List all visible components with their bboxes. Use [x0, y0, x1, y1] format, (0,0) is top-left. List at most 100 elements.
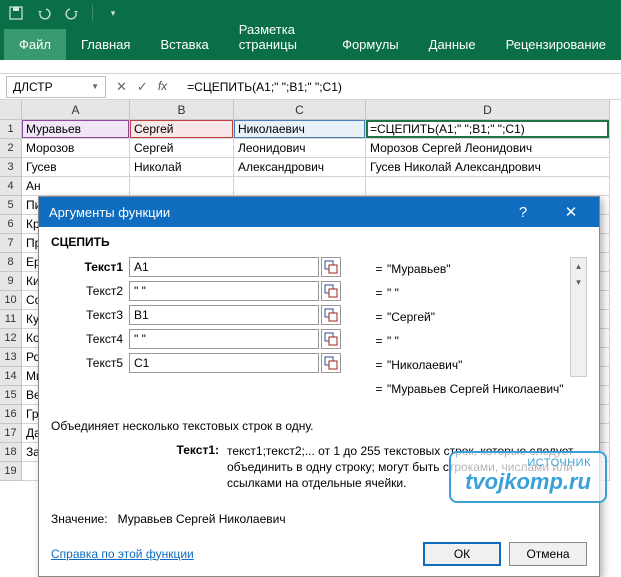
row-header[interactable]: 2	[0, 139, 22, 158]
save-icon[interactable]	[8, 5, 24, 21]
formula-bar: ДЛСТР ▼ ✕ ✓ fx	[0, 74, 621, 100]
separator	[92, 5, 93, 21]
row-header[interactable]: 8	[0, 253, 22, 272]
select-all-corner[interactable]	[0, 100, 22, 120]
arg-input[interactable]	[129, 257, 319, 277]
cell[interactable]: Морозов Сергей Леонидович	[366, 139, 610, 158]
cell[interactable]: Муравьев	[22, 120, 130, 139]
ok-button[interactable]: ОК	[423, 542, 501, 566]
col-header-A[interactable]: A	[22, 100, 130, 120]
row-header[interactable]: 3	[0, 158, 22, 177]
cancel-formula-icon[interactable]: ✕	[116, 79, 127, 95]
range-selector-icon[interactable]	[321, 281, 341, 301]
formula-input[interactable]	[183, 78, 621, 96]
watermark-label: ИСТОЧНИК	[465, 457, 591, 469]
ribbon-tabs: Файл Главная Вставка Разметка страницы Ф…	[0, 26, 621, 60]
arg-input[interactable]	[129, 281, 319, 301]
tab-insert[interactable]: Вставка	[145, 29, 223, 60]
range-selector-icon[interactable]	[321, 329, 341, 349]
watermark-url: tvojkomp.ru	[465, 469, 591, 495]
chevron-down-icon[interactable]: ▼	[91, 82, 99, 91]
arg-label: Текст1	[51, 260, 129, 274]
cell[interactable]: Леонидович	[234, 139, 366, 158]
tab-data[interactable]: Данные	[414, 29, 491, 60]
row-header[interactable]: 19	[0, 462, 22, 481]
arg-input[interactable]	[129, 329, 319, 349]
row-header[interactable]: 11	[0, 310, 22, 329]
cell[interactable]: Николай	[130, 158, 234, 177]
arg-desc-label: Текст1:	[51, 443, 227, 492]
col-header-D[interactable]: D	[366, 100, 610, 120]
row-header[interactable]: 17	[0, 424, 22, 443]
tab-home[interactable]: Главная	[66, 29, 145, 60]
row-header[interactable]: 10	[0, 291, 22, 310]
row-header[interactable]: 1	[0, 120, 22, 139]
help-link[interactable]: Справка по этой функции	[51, 547, 194, 561]
overall-result: "Муравьев Сергей Николаевич"	[387, 382, 564, 396]
cell[interactable]: Николаевич	[234, 120, 366, 139]
arg-result: "Николаевич"	[387, 358, 462, 372]
undo-icon[interactable]	[36, 5, 52, 21]
row-header[interactable]: 9	[0, 272, 22, 291]
row-header[interactable]: 16	[0, 405, 22, 424]
row-header[interactable]: 14	[0, 367, 22, 386]
cell[interactable]: Сергей	[130, 139, 234, 158]
arg-input[interactable]	[129, 353, 319, 373]
col-header-C[interactable]: C	[234, 100, 366, 120]
redo-icon[interactable]	[64, 5, 80, 21]
close-icon[interactable]: ✕	[551, 199, 591, 225]
cell[interactable]	[130, 177, 234, 196]
arg-result: "Муравьев"	[387, 262, 451, 276]
cell[interactable]: Александрович	[234, 158, 366, 177]
dialog-titlebar[interactable]: Аргументы функции ? ✕	[39, 197, 599, 227]
row-header[interactable]: 15	[0, 386, 22, 405]
function-arguments-dialog: Аргументы функции ? ✕ СЦЕПИТЬ Текст1 Тек…	[38, 196, 600, 577]
arg-label: Текст2	[51, 284, 129, 298]
arg-result: " "	[387, 286, 399, 300]
tab-review[interactable]: Рецензирование	[491, 29, 621, 60]
fx-icon[interactable]: fx	[158, 79, 173, 95]
cell[interactable]	[366, 177, 610, 196]
cell[interactable]: =СЦЕПИТЬ(A1;" ";B1;" ";C1)	[366, 120, 610, 139]
name-box-value: ДЛСТР	[13, 80, 53, 94]
row-header[interactable]: 5	[0, 196, 22, 215]
col-header-B[interactable]: B	[130, 100, 234, 120]
args-scrollbar[interactable]: ▴ ▾	[570, 257, 587, 377]
arg-input[interactable]	[129, 305, 319, 325]
row-header[interactable]: 6	[0, 215, 22, 234]
customize-qat-icon[interactable]: ▾	[105, 5, 121, 21]
tab-page-layout[interactable]: Разметка страницы	[224, 14, 327, 60]
scroll-down-icon[interactable]: ▾	[571, 274, 586, 290]
arg-result: " "	[387, 334, 399, 348]
dialog-title: Аргументы функции	[49, 205, 170, 220]
function-name: СЦЕПИТЬ	[51, 235, 587, 249]
cell[interactable]: Гусев Николай Александрович	[366, 158, 610, 177]
range-selector-icon[interactable]	[321, 353, 341, 373]
cell[interactable]: Морозов	[22, 139, 130, 158]
cell[interactable]	[234, 177, 366, 196]
arg-result: "Сергей"	[387, 310, 435, 324]
value-label: Значение:	[51, 512, 108, 526]
range-selector-icon[interactable]	[321, 305, 341, 325]
name-box[interactable]: ДЛСТР ▼	[6, 76, 106, 98]
tab-file[interactable]: Файл	[4, 29, 66, 60]
arg-label: Текст3	[51, 308, 129, 322]
row-header[interactable]: 7	[0, 234, 22, 253]
watermark: ИСТОЧНИК tvojkomp.ru	[449, 451, 607, 503]
cancel-button[interactable]: Отмена	[509, 542, 587, 566]
range-selector-icon[interactable]	[321, 257, 341, 277]
cell[interactable]: Сергей	[130, 120, 234, 139]
scroll-up-icon[interactable]: ▴	[571, 258, 586, 274]
function-description: Объединяет несколько текстовых строк в о…	[51, 419, 587, 433]
row-header[interactable]: 12	[0, 329, 22, 348]
row-header[interactable]: 18	[0, 443, 22, 462]
cell[interactable]: Гусев	[22, 158, 130, 177]
cell[interactable]: Ан	[22, 177, 130, 196]
confirm-formula-icon[interactable]: ✓	[137, 79, 148, 95]
row-header[interactable]: 4	[0, 177, 22, 196]
row-header[interactable]: 13	[0, 348, 22, 367]
value-text: Муравьев Сергей Николаевич	[118, 512, 286, 526]
formula-bar-buttons: ✕ ✓ fx	[106, 79, 183, 95]
tab-formulas[interactable]: Формулы	[327, 29, 414, 60]
help-button[interactable]: ?	[503, 199, 543, 225]
